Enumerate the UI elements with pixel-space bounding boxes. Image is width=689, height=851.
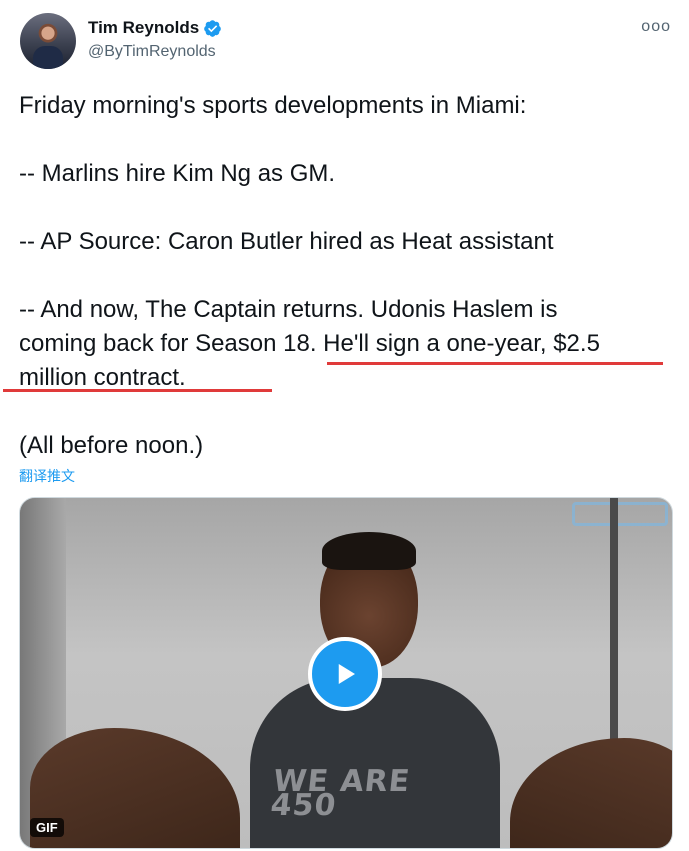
tweet-line: -- And now, The Captain returns. Udonis … [19, 296, 558, 323]
author-name-row: Tim Reynolds [88, 18, 222, 38]
translate-tweet-link[interactable]: 翻译推文 [19, 466, 75, 486]
tweet-line: -- Marlins hire Kim Ng as GM. [19, 160, 336, 187]
media-frame-overlay [572, 502, 668, 526]
more-horizontal-icon[interactable]: ooo [641, 18, 671, 36]
tweet-line: -- AP Source: Caron Butler hired as Heat… [19, 228, 554, 255]
hoodie-print: WE ARE 450 [269, 764, 434, 823]
tweet-line: coming back for Season 18. He'll sign a … [19, 330, 600, 357]
tweet-line: (All before noon.) [19, 432, 204, 459]
author-handle[interactable]: @ByTimReynolds [88, 43, 216, 61]
tweet-text: Friday morning's sports developments in … [19, 89, 669, 463]
author-display-name[interactable]: Tim Reynolds [88, 18, 199, 38]
gif-person-hair [322, 532, 416, 570]
gif-person-arm [510, 738, 672, 848]
highlight-underline [3, 389, 272, 392]
highlight-underline [327, 362, 663, 365]
gif-badge: GIF [30, 818, 64, 837]
avatar[interactable] [20, 13, 76, 69]
gif-media[interactable]: WE ARE 450 GIF [19, 497, 673, 849]
play-button[interactable] [308, 637, 382, 711]
tweet-line: Friday morning's sports developments in … [19, 92, 527, 119]
verified-badge-icon [204, 19, 221, 37]
play-icon [338, 664, 355, 684]
